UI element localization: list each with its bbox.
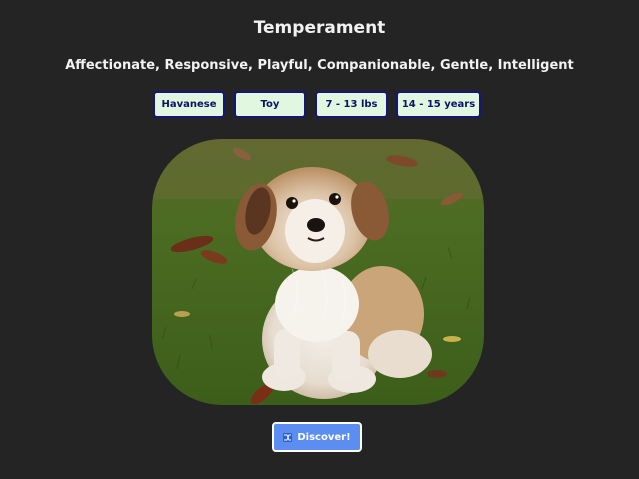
tag-lifespan[interactable]: 14 - 15 years	[396, 91, 481, 118]
breed-card: Temperament Affectionate, Responsive, Pl…	[0, 0, 639, 479]
discover-button[interactable]: Discover!	[272, 422, 362, 452]
temperament-list: Affectionate, Responsive, Playful, Compa…	[65, 58, 574, 73]
shuffle-icon	[283, 432, 293, 442]
tag-breed[interactable]: Havanese	[153, 91, 225, 118]
page-title: Temperament	[253, 18, 386, 38]
tag-weight[interactable]: 7 - 13 lbs	[315, 91, 388, 118]
dog-photo	[152, 139, 484, 405]
discover-label: Discover!	[297, 431, 351, 443]
tag-group[interactable]: Toy	[234, 91, 306, 118]
